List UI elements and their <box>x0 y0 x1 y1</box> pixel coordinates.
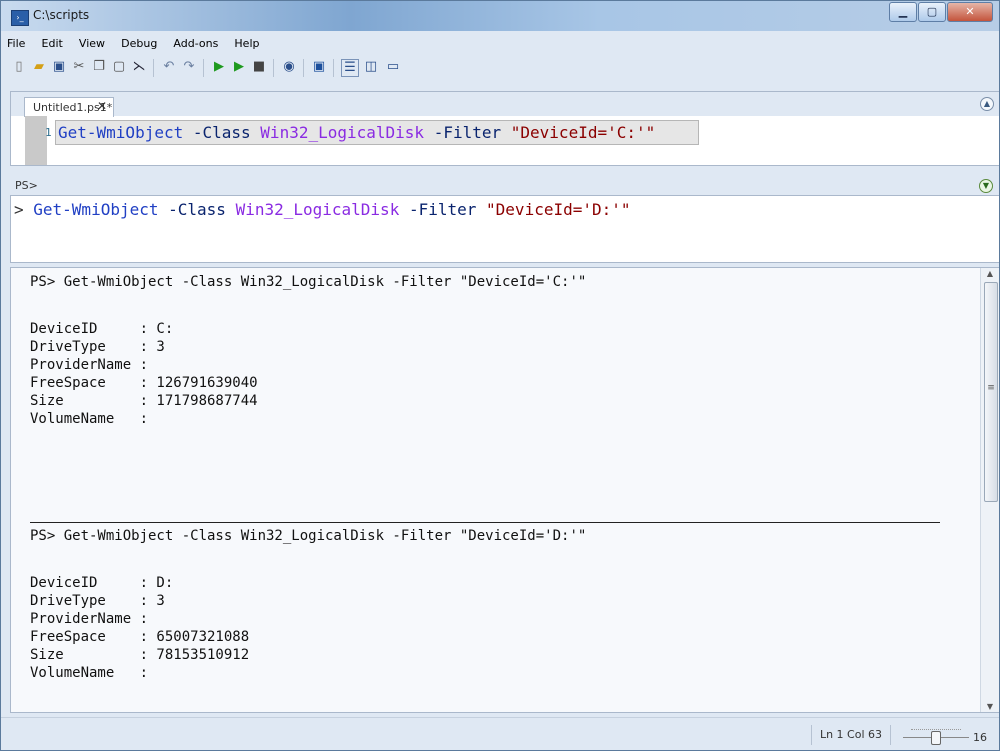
line-number: 1 <box>45 126 52 139</box>
layout-max-icon[interactable]: ▭ <box>385 59 401 75</box>
toolbar-separator <box>333 59 334 77</box>
menu-edit[interactable]: Edit <box>36 31 68 50</box>
editor-gutter <box>25 116 47 165</box>
output-line: FreeSpace : 65007321088 <box>30 629 250 645</box>
stop-icon[interactable]: ■ <box>251 59 267 75</box>
prompt-label: PS> <box>15 179 38 192</box>
cut-icon[interactable]: ✂ <box>71 59 87 75</box>
toolbar-separator <box>273 59 274 77</box>
output-scrollbar[interactable]: ▲ ≡ ▼ <box>980 268 999 712</box>
run-selection-icon[interactable]: ▶ <box>231 59 247 75</box>
tab-untitled1[interactable]: Untitled1.ps1* ✕ <box>24 97 114 117</box>
code-param-class: -Class <box>183 123 261 142</box>
minimize-button[interactable]: ▁ <box>889 2 917 22</box>
layout-top-icon[interactable]: ☰ <box>341 59 359 77</box>
zoom-slider-knob[interactable] <box>931 731 941 745</box>
output-line: DriveType : 3 <box>30 339 165 355</box>
scroll-up-icon[interactable]: ▲ <box>981 269 999 278</box>
input-class-name: Win32_LogicalDisk <box>235 200 400 219</box>
open-icon[interactable]: ▰ <box>31 59 47 75</box>
output-line: VolumeName : <box>30 665 149 681</box>
title-bar[interactable]: ›_ C:\scripts ▁ ▢ ✕ <box>1 1 999 31</box>
menu-add-ons[interactable]: Add-ons <box>167 31 223 50</box>
layout-right-icon[interactable]: ◫ <box>363 59 379 75</box>
input-cmdlet: Get-WmiObject <box>33 200 159 219</box>
menu-help[interactable]: Help <box>228 31 264 50</box>
output-line: Size : 78153510912 <box>30 647 250 663</box>
output-line: Size : 171798687744 <box>30 393 258 409</box>
output-line: VolumeName : <box>30 411 149 427</box>
command-pane-header: PS> ▼ <box>10 175 998 195</box>
input-param-class: -Class <box>158 200 236 219</box>
script-pane: Untitled1.ps1* ✕ ▲ 1 Get-WmiObject -Clas… <box>10 91 999 166</box>
copy-icon[interactable]: ❐ <box>91 59 107 75</box>
window-title: C:\scripts <box>33 8 90 22</box>
status-bar: Ln 1 Col 63 16 <box>1 717 999 750</box>
toolbar-separator <box>203 59 204 77</box>
zoom-level: 16 <box>973 731 987 744</box>
output-line: DeviceID : C: <box>30 321 174 337</box>
powershell-ise-icon: ›_ <box>11 10 29 26</box>
new-icon[interactable]: ▯ <box>11 59 27 75</box>
code-cmdlet: Get-WmiObject <box>58 123 184 142</box>
menu-view[interactable]: View <box>73 31 110 50</box>
scroll-down-icon[interactable]: ▼ <box>981 702 999 711</box>
output-command-d: PS> Get-WmiObject -Class Win32_LogicalDi… <box>30 528 587 544</box>
command-input-line[interactable]: > Get-WmiObject -Class Win32_LogicalDisk… <box>14 200 631 219</box>
remote-icon[interactable]: ◉ <box>281 59 297 75</box>
menu-debug[interactable]: Debug <box>115 31 162 50</box>
toolbar-separator <box>303 59 304 77</box>
close-tab-icon[interactable]: ✕ <box>97 99 107 113</box>
output-command-c: PS> Get-WmiObject -Class Win32_LogicalDi… <box>30 274 587 290</box>
run-icon[interactable]: ▶ <box>211 59 227 75</box>
output-line: FreeSpace : 126791639040 <box>30 375 258 391</box>
output-line: DriveType : 3 <box>30 593 165 609</box>
toolbar: ▯ ▰ ▣ ✂ ❐ ▢ ⋋ ↶ ↷ ▶ ▶ ■ ◉ ▣ ☰ ◫ ▭ <box>1 53 999 81</box>
scrollbar-thumb[interactable]: ≡ <box>984 282 998 502</box>
cursor-position: Ln 1 Col 63 <box>810 725 891 745</box>
output-line: ProviderName : <box>30 611 149 627</box>
menu-file[interactable]: File <box>1 31 30 50</box>
paste-icon[interactable]: ▢ <box>111 59 127 75</box>
caption-buttons: ▁ ▢ ✕ <box>888 2 993 22</box>
expand-command-pane-icon[interactable]: ▼ <box>979 179 993 193</box>
code-class-name: Win32_LogicalDisk <box>260 123 425 142</box>
output-separator <box>30 522 940 523</box>
script-code-line[interactable]: Get-WmiObject -Class Win32_LogicalDisk -… <box>55 120 699 145</box>
input-filter-string: "DeviceId='D:'" <box>486 200 631 219</box>
code-param-filter: -Filter <box>424 123 511 142</box>
menu-bar: File Edit View Debug Add-ons Help <box>1 31 999 53</box>
zoom-slider[interactable] <box>903 729 969 745</box>
script-tab-strip: Untitled1.ps1* ✕ ▲ <box>11 92 999 117</box>
toolbar-separator <box>153 59 154 77</box>
code-filter-string: "DeviceId='C:'" <box>510 123 656 142</box>
command-input-pane[interactable]: > Get-WmiObject -Class Win32_LogicalDisk… <box>10 195 999 263</box>
powershell-ise-window: ›_ C:\scripts ▁ ▢ ✕ File Edit View Debug… <box>0 0 1000 751</box>
output-pane[interactable]: PS> Get-WmiObject -Class Win32_LogicalDi… <box>10 267 999 713</box>
redo-icon[interactable]: ↷ <box>181 59 197 75</box>
input-param-filter: -Filter <box>399 200 487 219</box>
powershell-icon[interactable]: ▣ <box>311 59 327 75</box>
save-icon[interactable]: ▣ <box>51 59 67 75</box>
output-line: ProviderName : <box>30 357 149 373</box>
output-line: DeviceID : D: <box>30 575 174 591</box>
clear-console-icon[interactable]: ⋋ <box>131 59 147 75</box>
maximize-button[interactable]: ▢ <box>918 2 946 22</box>
undo-icon[interactable]: ↶ <box>161 59 177 75</box>
prompt-caret: > <box>14 200 34 219</box>
close-button[interactable]: ✕ <box>947 2 993 22</box>
collapse-script-pane-icon[interactable]: ▲ <box>980 97 994 111</box>
